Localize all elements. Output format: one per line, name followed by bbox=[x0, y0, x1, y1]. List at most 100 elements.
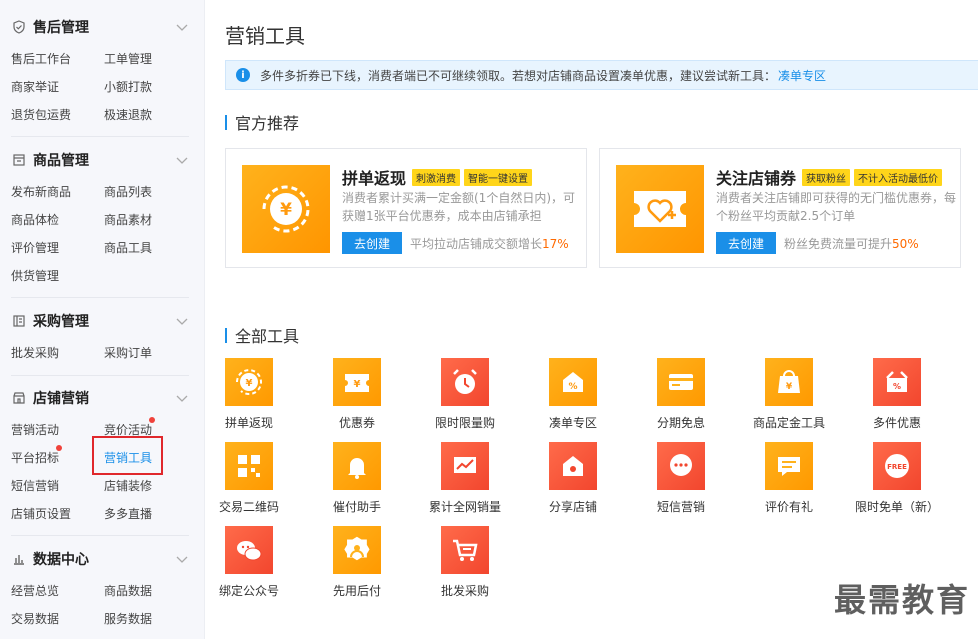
tool-share-shop[interactable]: 分享店铺 bbox=[519, 442, 627, 515]
tool-payment-reminder[interactable]: 催付助手 bbox=[303, 442, 411, 515]
tool-label: 分期免息 bbox=[656, 416, 705, 430]
tool-cashback[interactable]: ¥ 拼单返现 bbox=[195, 358, 303, 431]
sidebar-item[interactable]: 发布新商品 bbox=[11, 183, 71, 200]
sidebar-section-title: 数据中心 bbox=[33, 552, 89, 568]
stat-text: 平均拉动店铺成交额增长 bbox=[410, 237, 543, 251]
sidebar-section-title: 采购管理 bbox=[33, 314, 89, 330]
list-icon bbox=[11, 313, 27, 329]
sidebar-item[interactable]: 店铺装修 bbox=[104, 477, 152, 494]
sidebar-item[interactable]: 商家举证 bbox=[11, 78, 59, 95]
sidebar-item[interactable]: 评价管理 bbox=[11, 239, 59, 256]
sidebar-item[interactable]: 营销活动 bbox=[11, 421, 59, 438]
section-title-all-tools: 全部工具 bbox=[225, 323, 299, 347]
discount-house-icon: % bbox=[549, 358, 597, 406]
main-content: 营销工具 i 多件多折券已下线，消费者端已不可继续领取。若想对店铺商品设置凑单优… bbox=[205, 0, 978, 639]
sidebar-item[interactable]: 商品体检 bbox=[11, 211, 59, 228]
sidebar-section-header[interactable]: 店铺营销 bbox=[0, 386, 205, 410]
sidebar-item[interactable]: 商品列表 bbox=[104, 183, 152, 200]
notice-text: 多件多折券已下线，消费者端已不可继续领取。若想对店铺商品设置凑单优惠，建议尝试新… bbox=[260, 68, 777, 83]
sidebar-section-products: 商品管理 发布新商品 商品列表 商品体检 商品素材 评价管理 商品工具 供货管理 bbox=[0, 148, 205, 283]
watermark: 最需教育 bbox=[833, 581, 970, 619]
free-badge-icon: FREE bbox=[873, 442, 921, 490]
card-title: 关注店铺券 bbox=[716, 169, 797, 188]
tool-wholesale[interactable]: 批发采购 bbox=[411, 526, 519, 599]
create-button[interactable]: 去创建 bbox=[342, 232, 402, 254]
section-bar bbox=[225, 114, 227, 130]
sidebar-section-header[interactable]: 采购管理 bbox=[0, 309, 205, 333]
card-tag: 智能一键设置 bbox=[464, 168, 533, 186]
card-title-row: 拼单返现 刺激消费 智能一键设置 bbox=[342, 165, 536, 189]
sidebar-item[interactable]: 极速退款 bbox=[104, 106, 152, 123]
stat-value: 50% bbox=[892, 237, 919, 251]
notice-link[interactable]: 凑单专区 bbox=[778, 67, 826, 84]
sidebar-item[interactable]: 短信营销 bbox=[11, 477, 59, 494]
sidebar-item[interactable]: 退货包运费 bbox=[11, 106, 71, 123]
cart-icon bbox=[441, 526, 489, 574]
sidebar-section-header[interactable]: 商品管理 bbox=[0, 148, 205, 172]
free-badge-text: FREE bbox=[887, 463, 907, 471]
card-stat: 粉丝免费流量可提升50% bbox=[784, 235, 919, 252]
card-title: 拼单返现 bbox=[342, 169, 407, 188]
card-tag: 不计入活动最低价 bbox=[854, 168, 943, 186]
chevron-down-icon[interactable] bbox=[175, 20, 189, 34]
sidebar-item[interactable]: 小额打款 bbox=[104, 78, 152, 95]
tool-label: 交易二维码 bbox=[218, 500, 279, 514]
svg-text:¥: ¥ bbox=[280, 200, 292, 220]
sidebar-item[interactable]: 商品数据 bbox=[104, 582, 152, 599]
tool-installment[interactable]: 分期免息 bbox=[627, 358, 735, 431]
chevron-down-icon[interactable] bbox=[175, 153, 189, 167]
sidebar-item[interactable]: 批发采购 bbox=[11, 344, 59, 361]
tool-label: 商品定金工具 bbox=[752, 416, 825, 430]
qrcode-icon bbox=[225, 442, 273, 490]
tool-qrcode[interactable]: 交易二维码 bbox=[195, 442, 303, 515]
wechat-icon bbox=[225, 526, 273, 574]
sidebar-item[interactable]: 采购订单 bbox=[104, 344, 152, 361]
card-description: 消费者关注店铺即可获得的无门槛优惠券，每个粉丝平均贡献2.5个订单 bbox=[716, 191, 957, 223]
tool-bind-wechat[interactable]: 绑定公众号 bbox=[195, 526, 303, 599]
sidebar-item[interactable]: 多多直播 bbox=[104, 505, 152, 522]
chevron-down-icon[interactable] bbox=[175, 391, 189, 405]
sidebar-section-title: 售后管理 bbox=[33, 20, 89, 36]
tool-label: 累计全网销量 bbox=[428, 500, 501, 514]
sidebar-item[interactable]: 平台招标 bbox=[11, 449, 59, 466]
sidebar-item[interactable]: 工单管理 bbox=[104, 50, 152, 67]
sidebar-section-header[interactable]: 售后管理 bbox=[0, 15, 205, 39]
sidebar-item[interactable]: 服务数据 bbox=[104, 610, 152, 627]
sms-bubble-icon bbox=[657, 442, 705, 490]
sidebar-section-shop-marketing: 店铺营销 营销活动 竞价活动 平台招标 营销工具 短信营销 店铺装修 店铺页设置… bbox=[0, 386, 205, 521]
create-button[interactable]: 去创建 bbox=[716, 232, 776, 254]
sidebar: 售后管理 售后工作台 工单管理 商家举证 小额打款 退货包运费 极速退款 商品管… bbox=[0, 0, 205, 639]
cashback-icon: ¥ bbox=[242, 165, 330, 253]
tool-deposit[interactable]: ¥ 商品定金工具 bbox=[735, 358, 843, 431]
sidebar-section-title: 商品管理 bbox=[33, 153, 89, 169]
tool-bundle-zone[interactable]: % 凑单专区 bbox=[519, 358, 627, 431]
recommend-card-follow-coupon: 关注店铺券 获取粉丝 不计入活动最低价 消费者关注店铺即可获得的无门槛优惠券，每… bbox=[599, 148, 961, 268]
tool-cumulative-sales[interactable]: 累计全网销量 bbox=[411, 442, 519, 515]
share-shop-icon bbox=[549, 442, 597, 490]
tool-flash-sale[interactable]: 限时限量购 bbox=[411, 358, 519, 431]
sidebar-item[interactable]: 商品素材 bbox=[104, 211, 152, 228]
sidebar-item[interactable]: 店铺页设置 bbox=[11, 505, 71, 522]
card-title-row: 关注店铺券 获取粉丝 不计入活动最低价 bbox=[716, 165, 946, 189]
tool-label: 批发采购 bbox=[440, 584, 489, 598]
sidebar-section-header[interactable]: 数据中心 bbox=[0, 547, 205, 571]
sidebar-item[interactable]: 交易数据 bbox=[11, 610, 59, 627]
tool-coupon[interactable]: ¥ 优惠券 bbox=[303, 358, 411, 431]
sidebar-item[interactable]: 经营总览 bbox=[11, 582, 59, 599]
stat-text: 粉丝免费流量可提升 bbox=[784, 237, 893, 251]
section-title-recommend: 官方推荐 bbox=[225, 110, 299, 134]
sidebar-section-data-center: 数据中心 经营总览 商品数据 交易数据 服务数据 bbox=[0, 547, 205, 626]
tool-label: 评价有礼 bbox=[764, 500, 813, 514]
tool-pay-later[interactable]: 先用后付 bbox=[303, 526, 411, 599]
section-title-text: 全部工具 bbox=[235, 327, 300, 346]
tool-free-order[interactable]: FREE 限时免单（新） bbox=[843, 442, 951, 515]
sidebar-item[interactable]: 商品工具 bbox=[104, 239, 152, 256]
sidebar-item[interactable]: 供货管理 bbox=[11, 267, 59, 284]
tool-review-gift[interactable]: 评价有礼 bbox=[735, 442, 843, 515]
chevron-down-icon[interactable] bbox=[175, 314, 189, 328]
card-tag: 获取粉丝 bbox=[802, 168, 851, 186]
sidebar-item[interactable]: 售后工作台 bbox=[11, 50, 71, 67]
tool-sms-marketing[interactable]: 短信营销 bbox=[627, 442, 735, 515]
tool-multi-discount[interactable]: % 多件优惠 bbox=[843, 358, 951, 431]
chevron-down-icon[interactable] bbox=[175, 552, 189, 566]
